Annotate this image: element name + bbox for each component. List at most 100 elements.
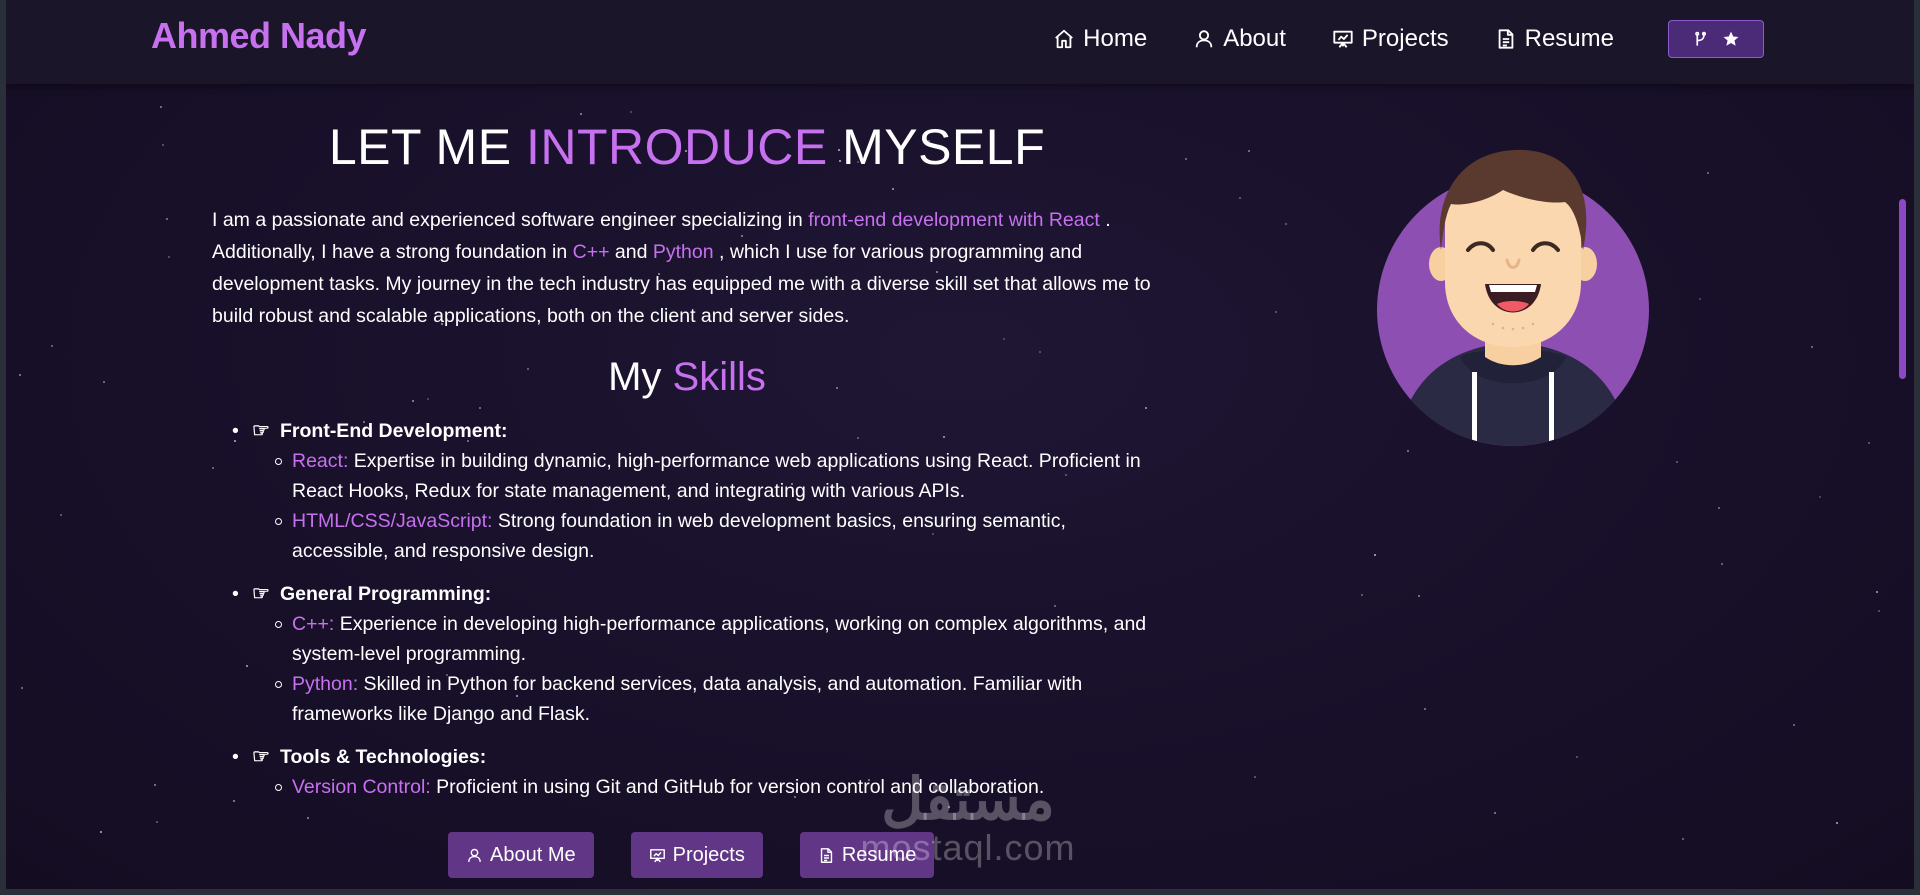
star-dot [479,407,481,409]
star-dot [1239,197,1241,199]
about-me-button-label: About Me [490,843,576,866]
intro-heading: LET ME INTRODUCE MYSELF [212,118,1162,176]
brand-logo[interactable]: Ahmed Nady [151,15,367,57]
resume-button-label: Resume [841,843,917,866]
skills-title-highlight: Skills [672,355,766,399]
star-dot [1145,407,1147,409]
bullet-dot: • [232,583,239,605]
resume-button[interactable]: Resume [799,832,935,878]
star-dot [1418,595,1420,597]
star-dot [1285,223,1287,225]
intro-highlight-cpp: C++ [572,241,610,263]
star-dot [1718,507,1720,509]
skill-item: C++: Experience in developing high-perfo… [212,609,1157,669]
nav-about-label: About [1223,25,1286,52]
skill-item: Python: Skilled in Python for backend se… [212,669,1157,729]
skill-category-label: Front-End Development: [280,420,508,442]
star-dot [103,381,105,383]
scrollbar-thumb[interactable] [1899,199,1906,379]
intro-text-1: I am a passionate and experienced softwa… [212,209,809,231]
nav-about[interactable]: About [1193,21,1286,57]
star-dot [162,144,164,146]
nav-home[interactable]: Home [1053,21,1147,57]
projects-icon [649,848,665,862]
nav-resume-label: Resume [1524,25,1614,52]
nav-home-label: Home [1083,25,1148,52]
star-dot [154,784,156,786]
star-dot [1254,776,1256,778]
scrollbar[interactable] [1898,84,1908,889]
home-icon [1055,29,1074,49]
intro-text-3: and [609,241,653,263]
avatar [1377,149,1649,446]
bullet-circle [275,681,282,688]
skill-item-label: C++: [292,613,335,635]
star-dot [1699,298,1701,300]
star-dot [1836,822,1838,824]
skill-category-title: ☞ Tools & Technologies: [252,742,1157,772]
star-dot [1275,311,1277,313]
skill-item-text: Expertise in building dynamic, high-perf… [292,450,1141,502]
nav-resume[interactable]: Resume [1495,21,1614,57]
star-dot [1721,563,1723,565]
skill-item-text: Proficient in using Git and GitHub for v… [430,776,1045,798]
skill-item-text: Skilled in Python for backend services, … [292,673,1083,725]
star-dot [1878,610,1880,612]
intro-paragraph: I am a passionate and experienced softwa… [212,204,1157,332]
skills-heading: My Skills [212,355,1162,400]
star-dot [1407,450,1409,452]
star-dot [1361,594,1363,596]
bullet-circle [275,458,282,465]
star-dot [580,113,582,115]
heading-part2: MYSELF [827,119,1046,175]
skills-title-part1: My [608,355,673,399]
star-dot [160,106,162,108]
star-dot [1707,172,1709,174]
about-me-button[interactable]: About Me [448,832,594,878]
skill-category: • ☞ Tools & Technologies: Version Control… [212,742,1157,802]
star-dot [21,687,23,689]
star-dot [156,821,158,823]
star-dot [1676,461,1678,463]
star-dot [1248,150,1250,152]
pointing-hand-icon: ☞ [252,583,270,605]
heading-highlight: INTRODUCE [525,119,828,175]
navbar: Ahmed Nady Home About Projects Resume [6,0,1914,84]
star-dot [630,111,632,113]
star-dot [1868,442,1870,444]
star-dot [1424,708,1426,710]
git-fork-icon [1695,31,1707,46]
star-dot [412,400,414,402]
pointing-hand-icon: ☞ [252,420,270,442]
skill-item: React: Expertise in building dynamic, hi… [212,446,1157,506]
star-dot [1576,756,1578,758]
star-dot [168,256,170,258]
star-icon [1723,31,1739,46]
skill-category: • ☞ General Programming: C++: Experience … [212,579,1157,729]
nav-projects[interactable]: Projects [1332,21,1449,57]
pointing-hand-icon: ☞ [252,746,270,768]
projects-button[interactable]: Projects [630,832,763,878]
star-dot [100,831,102,833]
skill-category: • ☞ Front-End Development: React: Experti… [212,416,1157,566]
github-star-button[interactable] [1668,20,1764,58]
intro-highlight-python: Python [652,241,714,263]
star-dot [51,345,53,347]
skill-item: HTML/CSS/JavaScript: Strong foundation i… [212,506,1157,566]
skill-item-text: Experience in developing high-performanc… [292,613,1147,665]
bullet-circle [275,621,282,628]
skill-item-label: React: [292,450,349,472]
star-dot [1039,351,1041,353]
projects-icon [1333,30,1353,48]
star-dot [1811,346,1813,348]
user-icon [1195,30,1213,48]
skill-category-label: Tools & Technologies: [280,746,487,768]
intro-highlight-react: front-end development with React [808,209,1100,231]
skill-item-label: HTML/CSS/JavaScript: [292,510,493,532]
star-dot [1793,724,1795,726]
bullet-circle [275,518,282,525]
document-icon [1498,29,1513,49]
bullet-dot: • [232,746,239,768]
star-dot [1003,338,1005,340]
star-dot [892,188,894,190]
